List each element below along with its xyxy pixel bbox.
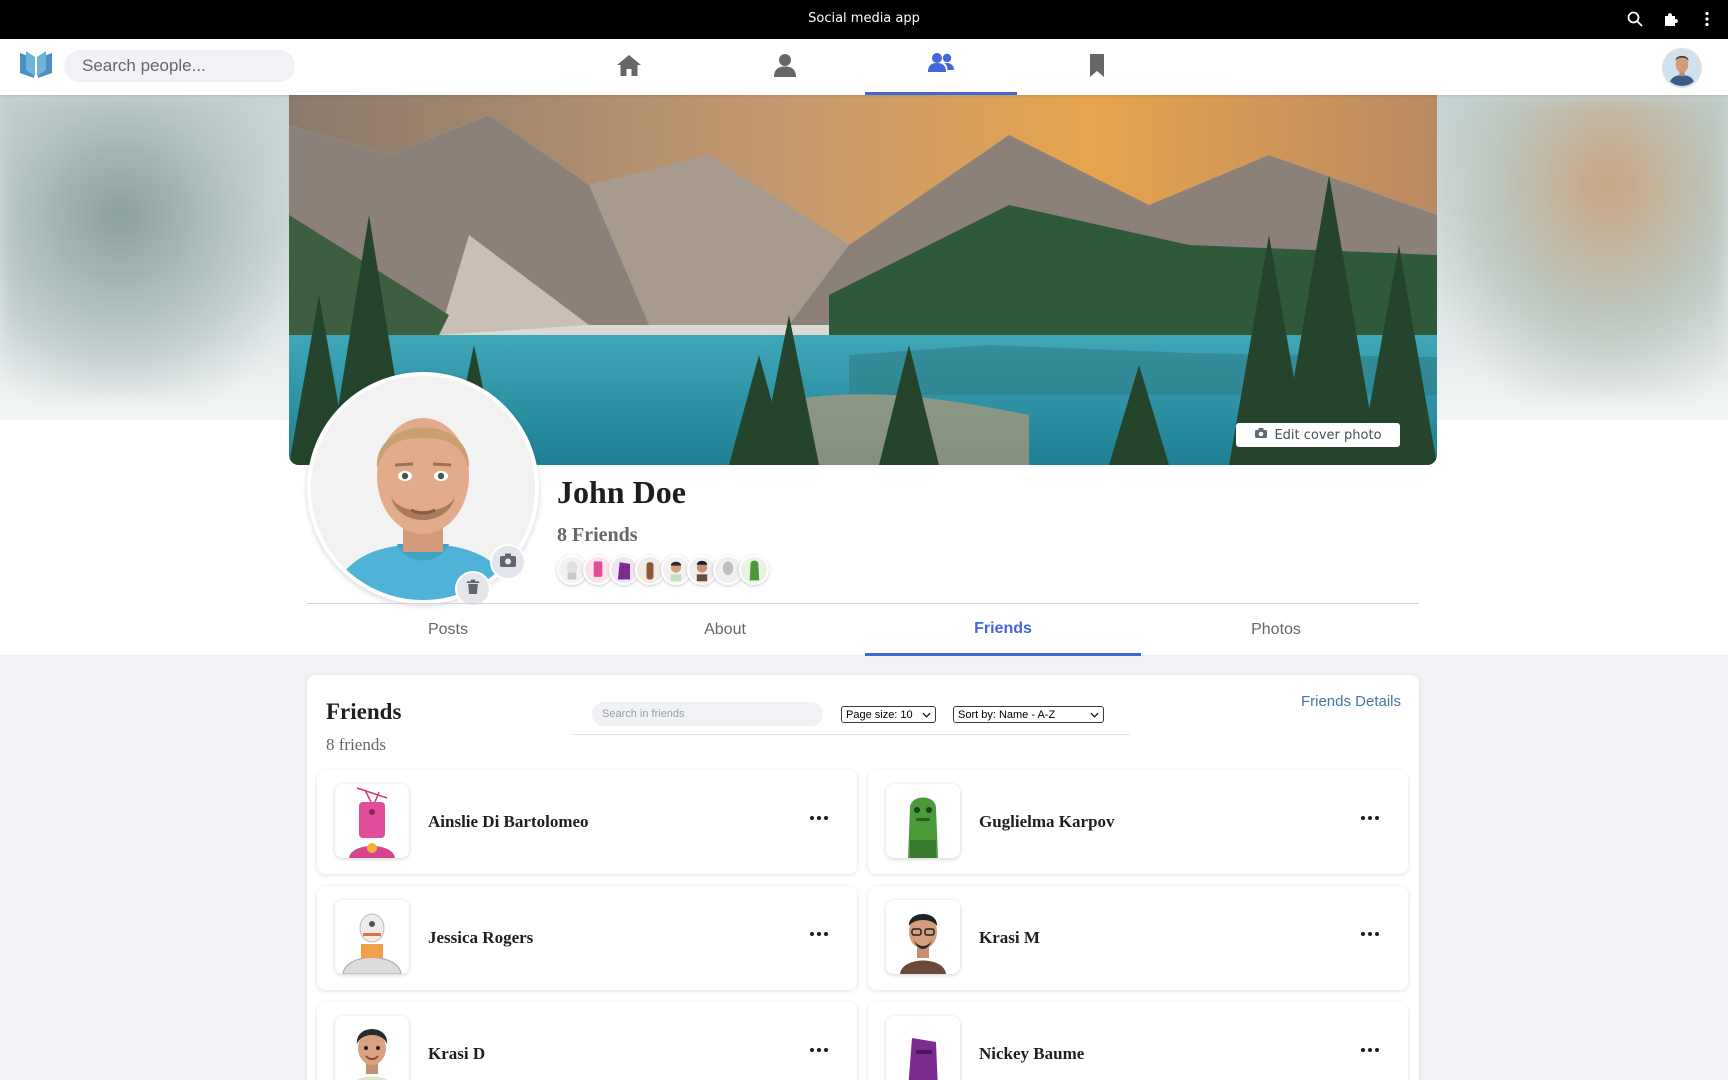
friend-avatar[interactable] [335,900,409,974]
friend-card[interactable]: Ainslie Di Bartolomeo [317,770,857,874]
friends-panel-title: Friends [326,699,402,724]
friend-avatar[interactable] [886,1016,960,1080]
nav-tab-friends[interactable] [865,39,1017,95]
friend-avatar-stack[interactable] [557,555,769,585]
friend-avatar[interactable] [886,900,960,974]
window-title-bar: Social media app [0,0,1728,39]
friend-name[interactable]: Ainslie Di Bartolomeo [428,812,589,832]
delete-profile-photo-button[interactable] [455,571,491,607]
friend-name[interactable]: Krasi M [979,928,1040,948]
edit-cover-photo-button[interactable]: Edit cover photo [1236,423,1400,447]
friend-name[interactable]: Guglielma Karpov [979,812,1115,832]
top-navbar [0,39,1728,95]
user-avatar[interactable] [1662,48,1702,88]
nav-tab-saved[interactable] [1021,39,1173,95]
more-options-icon[interactable] [1356,924,1384,944]
tab-photos[interactable]: Photos [1138,604,1414,656]
home-icon [615,51,643,84]
extensions-icon[interactable] [1662,10,1680,28]
page-size-value: Page size: 10 [846,708,913,721]
friends-icon [927,49,955,82]
zoom-icon[interactable] [1626,10,1644,28]
more-options-icon[interactable] [805,808,833,828]
more-options-icon[interactable] [1356,1040,1384,1060]
friend-card[interactable]: Krasi D [317,1002,857,1080]
friend-card[interactable]: Krasi M [868,886,1408,990]
friend-avatar[interactable] [886,784,960,858]
chevron-down-icon [1090,709,1099,721]
friend-card[interactable]: Jessica Rogers [317,886,857,990]
friend-mini-avatar[interactable] [739,555,769,585]
friend-card[interactable]: Guglielma Karpov [868,770,1408,874]
profile-name: John Doe [557,474,686,510]
more-options-icon[interactable] [805,924,833,944]
friends-details-link[interactable]: Friends Details [1301,693,1401,710]
app-logo-icon[interactable] [18,49,54,81]
tab-about[interactable]: About [587,604,863,656]
search-friends-input[interactable] [592,702,823,726]
bookmark-icon [1083,51,1111,84]
sort-by-value: Sort by: Name - A-Z [958,708,1056,721]
friends-panel-count: 8 friends [326,735,386,754]
nav-tab-home[interactable] [553,39,705,95]
change-profile-photo-button[interactable] [490,544,526,580]
friend-avatar[interactable] [335,1016,409,1080]
person-icon [771,51,799,84]
trash-icon [466,579,480,600]
window-title: Social media app [808,11,920,26]
more-options-icon[interactable] [1356,808,1384,828]
nav-tab-profile[interactable] [709,39,861,95]
search-people-input[interactable] [64,50,295,82]
tab-posts[interactable]: Posts [310,604,586,656]
more-vertical-icon[interactable] [1698,10,1716,28]
filter-divider [573,734,1130,735]
camera-icon [499,552,517,573]
friends-count: 8 Friends [557,524,638,546]
sort-by-select[interactable]: Sort by: Name - A-Z [953,706,1104,723]
friend-card[interactable]: Nickey Baume [868,1002,1408,1080]
friends-panel: Friends 8 friends Page size: 10 Sort by:… [307,675,1419,1080]
camera-icon [1254,427,1268,443]
friend-avatar[interactable] [335,784,409,858]
browser-controls [1626,10,1716,28]
page-size-select[interactable]: Page size: 10 [841,706,936,723]
chevron-down-icon [922,709,931,721]
more-options-icon[interactable] [805,1040,833,1060]
edit-cover-photo-label: Edit cover photo [1274,427,1382,443]
friend-name[interactable]: Nickey Baume [979,1044,1084,1064]
tab-friends[interactable]: Friends [865,604,1141,656]
friend-name[interactable]: Jessica Rogers [428,928,533,948]
friend-name[interactable]: Krasi D [428,1044,485,1064]
